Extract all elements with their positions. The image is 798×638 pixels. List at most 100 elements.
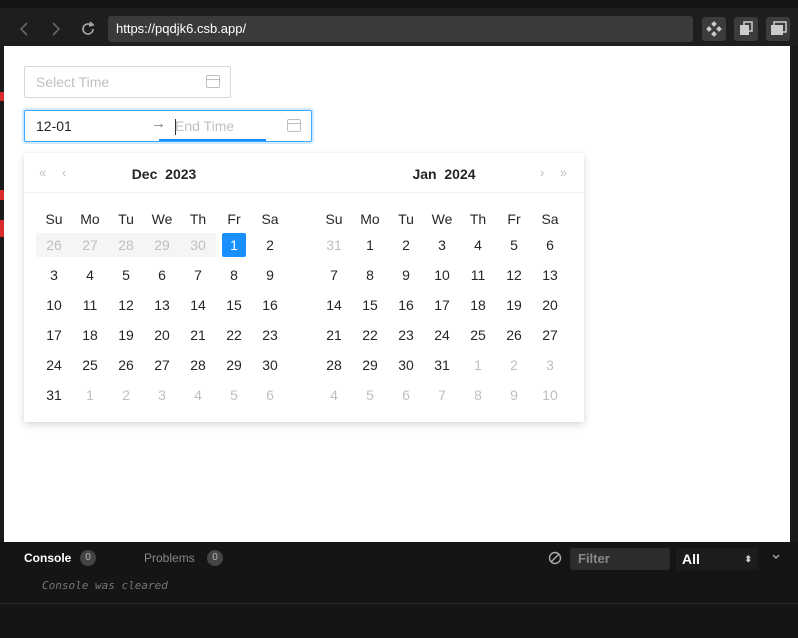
date-range-picker[interactable]: 12-01 → End Time (24, 110, 312, 142)
date-cell[interactable]: 5 (352, 383, 388, 407)
date-cell[interactable]: 4 (460, 233, 496, 257)
date-cell[interactable]: 19 (496, 293, 532, 317)
date-cell[interactable]: 14 (180, 293, 216, 317)
date-cell[interactable]: 22 (352, 323, 388, 347)
date-cell[interactable]: 2 (108, 383, 144, 407)
date-cell[interactable]: 4 (180, 383, 216, 407)
date-cell[interactable]: 1 (72, 383, 108, 407)
date-cell[interactable]: 1 (460, 353, 496, 377)
date-cell[interactable]: 9 (496, 383, 532, 407)
date-cell[interactable]: 26 (496, 323, 532, 347)
range-end-input[interactable]: End Time (175, 118, 234, 134)
date-cell[interactable]: 13 (144, 293, 180, 317)
date-cell[interactable]: 25 (460, 323, 496, 347)
date-cell[interactable]: 21 (180, 323, 216, 347)
date-cell[interactable]: 31 (316, 233, 352, 257)
date-cell[interactable]: 31 (424, 353, 460, 377)
date-cell[interactable]: 10 (424, 263, 460, 287)
date-cell[interactable]: 12 (496, 263, 532, 287)
left-year-button[interactable]: 2023 (165, 166, 196, 182)
date-cell[interactable]: 25 (72, 353, 108, 377)
date-cell[interactable]: 3 (144, 383, 180, 407)
date-cell[interactable]: 2 (252, 233, 288, 257)
date-cell[interactable]: 11 (72, 293, 108, 317)
date-cell[interactable]: 5 (216, 383, 252, 407)
date-cell[interactable]: 3 (424, 233, 460, 257)
forward-button[interactable] (45, 18, 67, 40)
reload-button[interactable] (77, 18, 99, 40)
date-cell[interactable]: 10 (36, 293, 72, 317)
date-cell[interactable]: 5 (108, 263, 144, 287)
date-cell[interactable]: 7 (424, 383, 460, 407)
date-cell[interactable]: 26 (36, 233, 72, 257)
console-filter-input[interactable]: Filter (570, 548, 670, 570)
date-cell[interactable]: 31 (36, 383, 72, 407)
date-cell[interactable]: 23 (388, 323, 424, 347)
date-cell[interactable]: 4 (72, 263, 108, 287)
date-cell[interactable]: 3 (36, 263, 72, 287)
date-cell[interactable]: 23 (252, 323, 288, 347)
date-cell[interactable]: 2 (496, 353, 532, 377)
date-cell[interactable]: 8 (460, 383, 496, 407)
back-button[interactable] (13, 18, 35, 40)
date-cell[interactable]: 30 (388, 353, 424, 377)
date-cell[interactable]: 6 (252, 383, 288, 407)
date-cell[interactable]: 1 (352, 233, 388, 257)
date-cell[interactable]: 9 (388, 263, 424, 287)
date-cell[interactable]: 18 (460, 293, 496, 317)
date-cell[interactable]: 16 (388, 293, 424, 317)
date-cell[interactable]: 15 (216, 293, 252, 317)
date-cell[interactable]: 8 (352, 263, 388, 287)
select-time-picker[interactable]: Select Time (24, 66, 231, 98)
address-bar[interactable]: https://pqdjk6.csb.app/ (108, 16, 693, 42)
collapse-panel-button[interactable] (770, 550, 782, 568)
copy-button[interactable] (734, 17, 758, 41)
date-cell[interactable]: 15 (352, 293, 388, 317)
date-cell[interactable]: 27 (72, 233, 108, 257)
date-cell[interactable]: 6 (388, 383, 424, 407)
right-year-button[interactable]: 2024 (444, 166, 475, 182)
date-cell[interactable]: 29 (352, 353, 388, 377)
date-cell[interactable]: 1 (216, 233, 252, 257)
date-cell[interactable]: 6 (144, 263, 180, 287)
log-level-select[interactable]: All ⬍ (676, 548, 758, 570)
clear-console-button[interactable] (548, 551, 562, 570)
date-cell[interactable]: 18 (72, 323, 108, 347)
date-cell[interactable]: 12 (108, 293, 144, 317)
date-cell[interactable]: 10 (532, 383, 568, 407)
tab-problems[interactable]: Problems (144, 551, 195, 565)
date-cell[interactable]: 5 (496, 233, 532, 257)
date-cell[interactable]: 6 (532, 233, 568, 257)
date-cell[interactable]: 3 (532, 353, 568, 377)
date-cell[interactable]: 4 (316, 383, 352, 407)
date-cell[interactable]: 22 (216, 323, 252, 347)
date-cell[interactable]: 28 (108, 233, 144, 257)
date-cell[interactable]: 28 (316, 353, 352, 377)
right-month-button[interactable]: Jan (412, 166, 436, 182)
date-cell[interactable]: 21 (316, 323, 352, 347)
devtools-button[interactable] (702, 17, 726, 41)
date-cell[interactable]: 29 (216, 353, 252, 377)
next-year-button[interactable]: » (560, 165, 567, 180)
date-cell[interactable]: 30 (252, 353, 288, 377)
date-cell[interactable]: 27 (144, 353, 180, 377)
date-cell[interactable]: 19 (108, 323, 144, 347)
date-cell[interactable]: 26 (108, 353, 144, 377)
date-cell[interactable]: 9 (252, 263, 288, 287)
next-month-button[interactable]: › (540, 165, 544, 180)
date-cell[interactable]: 17 (36, 323, 72, 347)
date-cell[interactable]: 30 (180, 233, 216, 257)
date-cell[interactable]: 8 (216, 263, 252, 287)
date-cell[interactable]: 27 (532, 323, 568, 347)
date-cell[interactable]: 13 (532, 263, 568, 287)
date-cell[interactable]: 2 (388, 233, 424, 257)
date-cell[interactable]: 16 (252, 293, 288, 317)
date-cell[interactable]: 17 (424, 293, 460, 317)
tab-console[interactable]: Console (24, 551, 71, 565)
left-month-button[interactable]: Dec (132, 166, 158, 182)
date-cell[interactable]: 20 (532, 293, 568, 317)
date-cell[interactable]: 24 (424, 323, 460, 347)
date-cell[interactable]: 28 (180, 353, 216, 377)
date-cell[interactable]: 20 (144, 323, 180, 347)
date-cell[interactable]: 7 (316, 263, 352, 287)
